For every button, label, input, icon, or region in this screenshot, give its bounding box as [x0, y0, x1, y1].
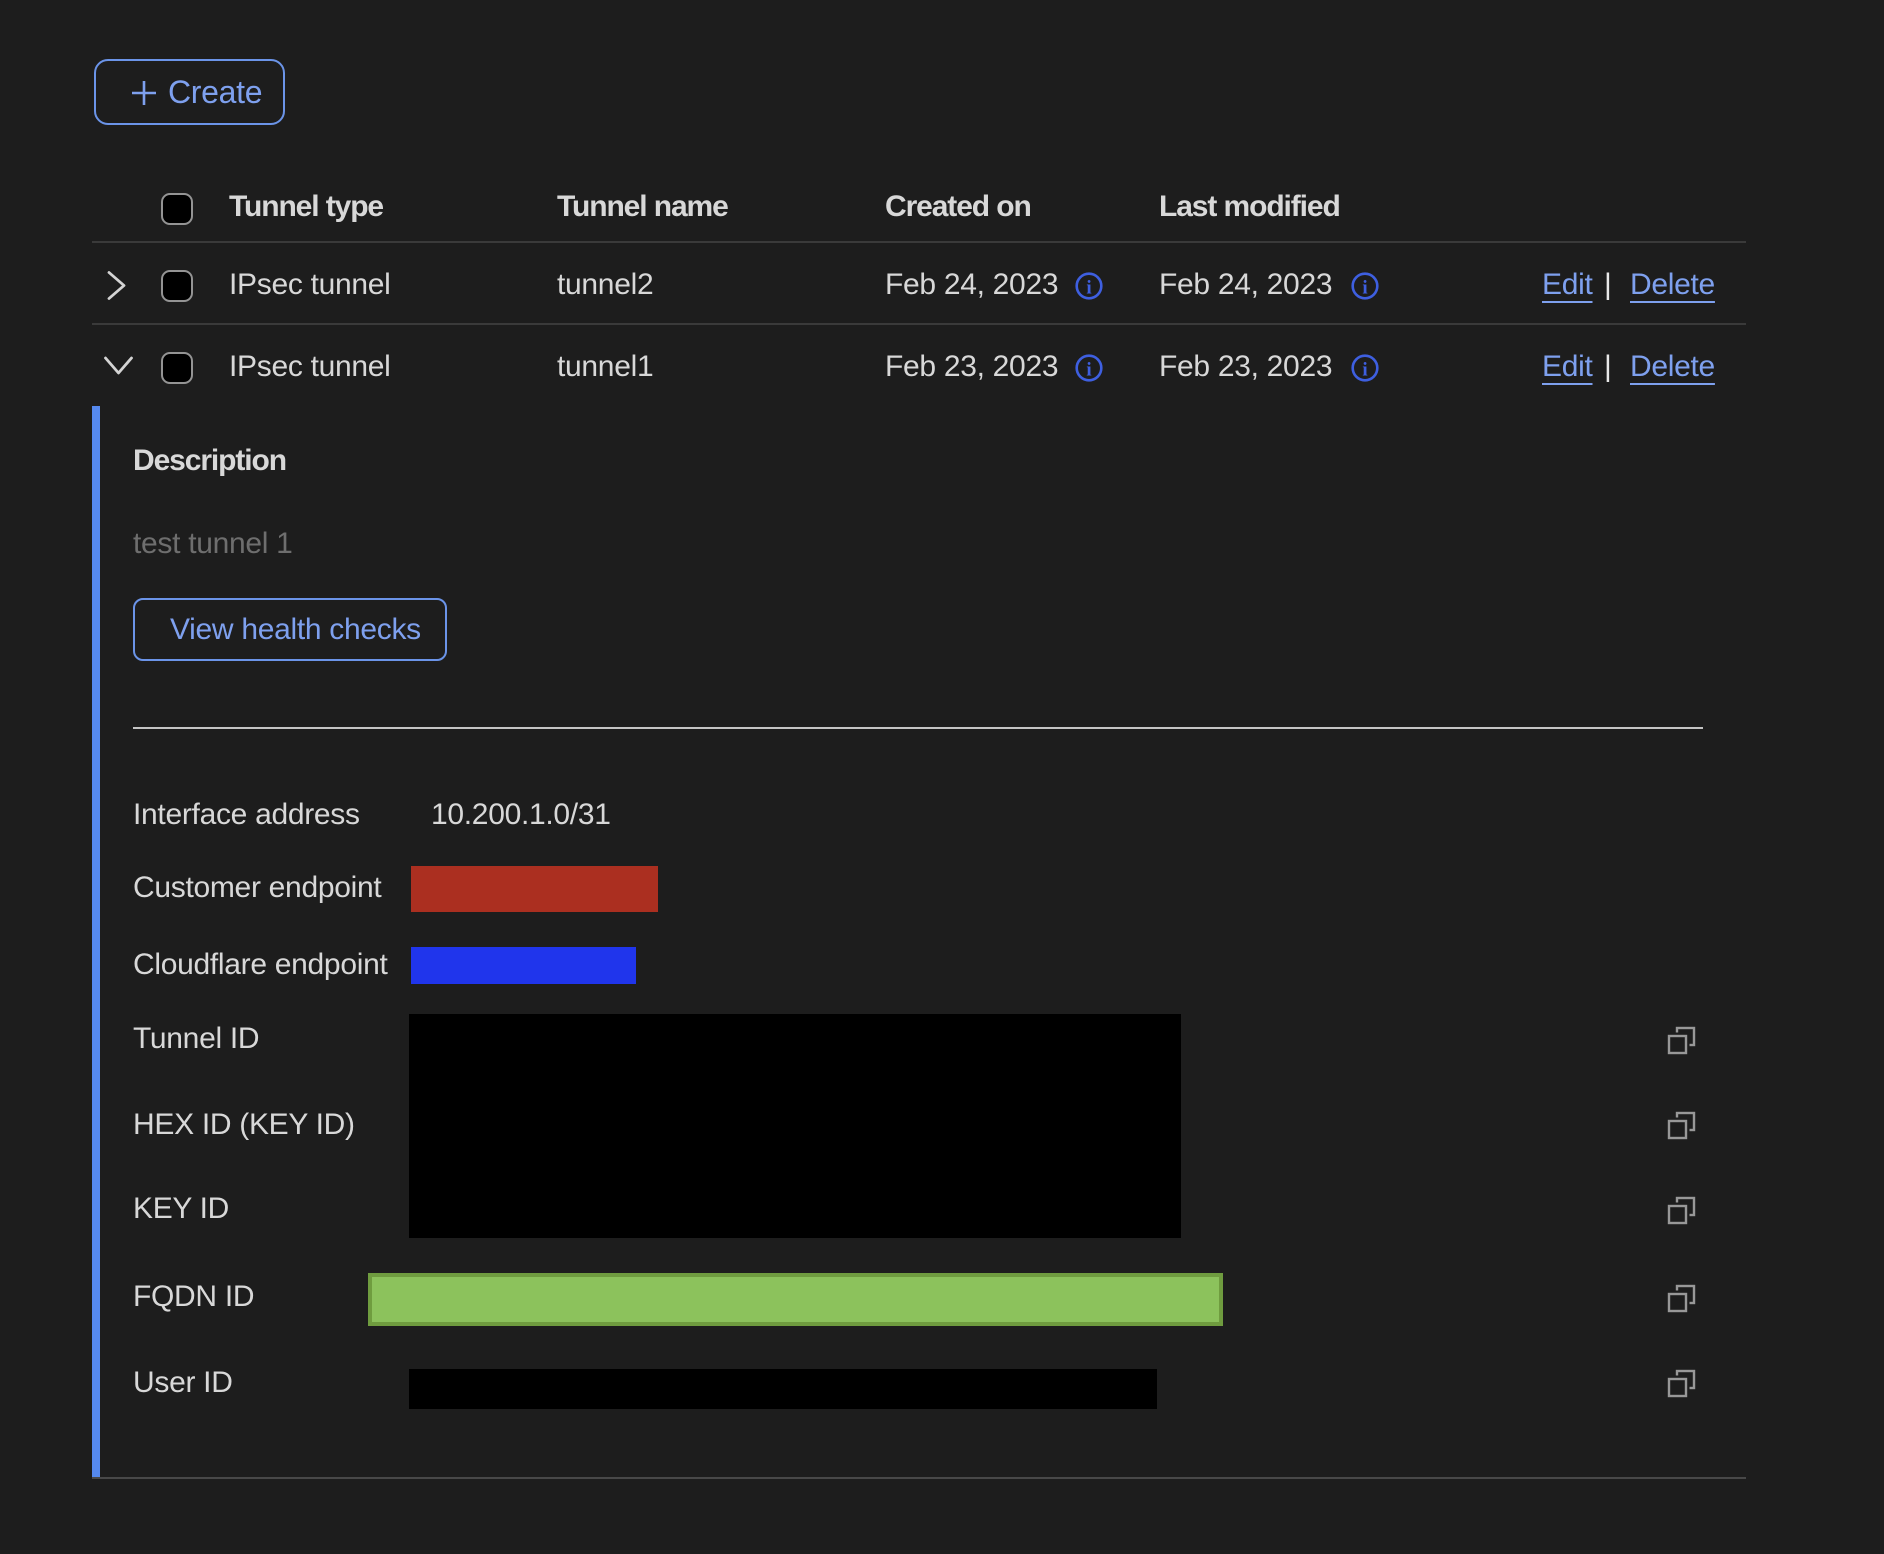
svg-text:i: i	[1086, 278, 1091, 299]
svg-text:i: i	[1362, 360, 1367, 381]
svg-text:i: i	[1086, 360, 1091, 381]
svg-text:i: i	[1362, 278, 1367, 299]
